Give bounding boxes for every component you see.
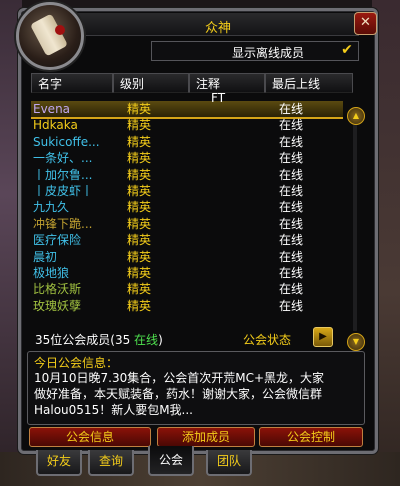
guild-status-label: 公会状态 [243, 333, 292, 347]
guild-portrait [16, 2, 84, 70]
member-status: 在线 [279, 298, 304, 313]
member-row[interactable]: Evena 精英 在线 [31, 101, 343, 119]
checkmark-icon[interactable]: ✔ [340, 43, 354, 57]
member-name: 冲锋下跪... [33, 216, 93, 231]
column-headers: 名字 级别 注释 最后上线 [31, 73, 353, 95]
member-name: Hdkaka [33, 118, 78, 133]
member-row[interactable]: 极地狼 精英 在线 [31, 265, 343, 281]
member-rank: 精英 [127, 118, 152, 133]
member-row[interactable]: 医疗保险 精英 在线 [31, 232, 343, 248]
motd-text: 10月10日晚7.30集合，公会首次开荒MC+黑龙，大家做好准备，本天赋装备，药… [34, 371, 325, 417]
member-status: 在线 [279, 102, 304, 116]
member-status: 在线 [279, 266, 304, 280]
member-count-prefix: 35位公会成员(35 [35, 333, 135, 347]
member-row[interactable]: 晨初 精英 在线 [31, 249, 343, 265]
member-name: 九九久 [33, 200, 70, 215]
member-count: 35位公会成员(35 在线) [35, 331, 163, 348]
member-row[interactable]: 冲锋下跪... 精英 在线 [31, 216, 343, 232]
show-offline-label: 显示离线成员 [232, 46, 305, 60]
member-rank: 精英 [127, 102, 152, 116]
member-name: Sukicoffe... [33, 134, 100, 149]
member-rank: 精英 [127, 216, 152, 231]
member-rank: 精英 [127, 167, 152, 182]
member-status: 在线 [279, 184, 304, 198]
scroll-down-button[interactable]: ▼ [347, 333, 365, 351]
member-rank: 精英 [127, 249, 152, 264]
member-rank: 精英 [127, 200, 152, 215]
member-row[interactable]: 一条好、... 精英 在线 [31, 150, 343, 166]
member-name: 晨初 [33, 249, 58, 264]
member-row[interactable]: 丨皮皮虾丨 精英 在线 [31, 183, 343, 199]
tab-friends[interactable]: 好友 [36, 450, 82, 476]
scroll-up-button[interactable]: ▲ [347, 107, 365, 125]
member-rank: 精英 [127, 266, 152, 280]
close-button[interactable]: ✕ [354, 12, 377, 35]
member-name: 极地狼 [33, 266, 70, 280]
guild-info-button[interactable]: 公会信息 [29, 427, 151, 447]
member-rank: 精英 [127, 233, 152, 248]
member-status: 在线 [279, 249, 304, 264]
member-list: Evena 精英 在线 Hdkaka 精英 在线 Sukicoffe... 精英 在线 一条好、.… [31, 99, 343, 331]
tab-who[interactable]: 查询 [88, 450, 134, 476]
member-name: 医疗保险 [33, 233, 82, 248]
motd-title: 今日公会信息： [34, 356, 119, 370]
member-rank: 精英 [127, 151, 152, 166]
show-offline-toggle[interactable]: 显示离线成员 ✔ [151, 41, 359, 61]
member-row[interactable]: Hdkaka 精英 在线 [31, 117, 343, 133]
member-status: 在线 [279, 134, 304, 149]
column-header-name[interactable]: 名字 [31, 73, 113, 93]
member-name: 丨皮皮虾丨 [33, 184, 94, 198]
member-status: 在线 [279, 118, 304, 133]
member-name: 丨加尔鲁... [33, 167, 93, 182]
member-count-suffix: ) [158, 333, 163, 347]
add-member-button[interactable]: 添加成员 [157, 427, 255, 447]
member-rank: 精英 [127, 184, 152, 198]
member-row[interactable]: Sukicoffe... 精英 在线 [31, 134, 343, 150]
scroll-icon [29, 13, 69, 57]
guild-status-arrow-button[interactable]: ▶ [313, 327, 333, 347]
member-row[interactable]: 九九久 精英 在线 [31, 199, 343, 215]
member-status: 在线 [279, 200, 304, 215]
column-header-last-online[interactable]: 最后上线 [265, 73, 353, 93]
guild-control-button[interactable]: 公会控制 [259, 427, 363, 447]
title-bar[interactable]: 众神 [77, 13, 359, 36]
member-name: Evena [33, 102, 71, 116]
cursor-text: FT [211, 91, 226, 105]
guild-window: 众神 ✕ 显示离线成员 ✔ 名字 级别 注释 最后上线 Evena 精英 在线 Hdk… [18, 8, 378, 454]
scrollbar-track[interactable] [353, 125, 357, 331]
wax-seal-icon [55, 25, 65, 35]
member-row[interactable]: 玫瑰妖孽 精英 在线 [31, 298, 343, 314]
tab-raid[interactable]: 团队 [206, 450, 252, 476]
member-status: 在线 [279, 233, 304, 248]
member-status: 在线 [279, 282, 304, 297]
member-row[interactable]: 比格沃斯 精英 在线 [31, 281, 343, 297]
member-rank: 精英 [127, 282, 152, 297]
member-status: 在线 [279, 167, 304, 182]
member-name: 玫瑰妖孽 [33, 298, 82, 313]
tab-guild[interactable]: 公会 [148, 446, 194, 476]
member-name: 一条好、... [33, 151, 93, 166]
column-header-rank[interactable]: 级别 [113, 73, 189, 93]
member-row[interactable]: 丨加尔鲁... 精英 在线 [31, 167, 343, 183]
member-rank: 精英 [127, 298, 152, 313]
column-header-note[interactable]: 注释 [189, 73, 265, 93]
window-title: 众神 [204, 21, 231, 36]
member-name: 比格沃斯 [33, 282, 82, 297]
member-count-online: 在线 [134, 333, 159, 347]
member-rank: 精英 [127, 134, 152, 149]
guild-motd-panel[interactable]: 今日公会信息： 10月10日晚7.30集合，公会首次开荒MC+黑龙，大家做好准备… [27, 351, 365, 425]
member-status: 在线 [279, 216, 304, 231]
member-status: 在线 [279, 151, 304, 166]
